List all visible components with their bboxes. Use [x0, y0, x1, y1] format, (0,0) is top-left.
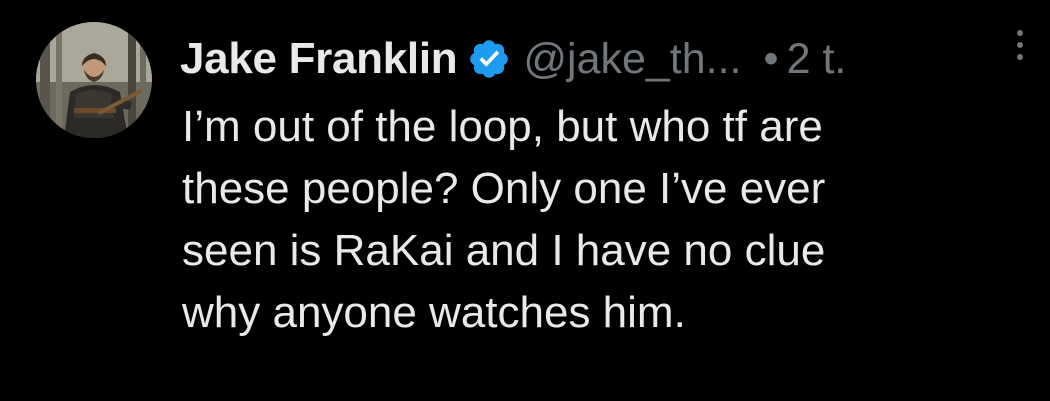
tweet-text-line: why anyone watches him. — [182, 288, 686, 337]
timestamp[interactable]: 2 t. — [787, 35, 847, 84]
avatar[interactable] — [36, 22, 152, 138]
ellipsis-vertical-icon[interactable] — [1008, 24, 1032, 70]
separator-dot: • — [763, 34, 779, 83]
tweet-header: Jake Franklin @jake_th... • 2 t. — [180, 26, 846, 92]
verified-badge-icon[interactable] — [467, 37, 511, 81]
tweet[interactable]: Jake Franklin @jake_th... • 2 t. I’m out… — [0, 0, 1050, 401]
tweet-text: I’m out of the loop, but who tf are thes… — [182, 96, 1022, 344]
author-handle[interactable]: @jake_th... — [523, 35, 741, 84]
tweet-text-line: I’m out of the loop, but who tf are — [182, 102, 823, 151]
author-display-name[interactable]: Jake Franklin — [180, 34, 458, 84]
tweet-text-line: these people? Only one I’ve ever — [182, 164, 826, 213]
tweet-text-line: seen is RaKai and I have no clue — [182, 226, 826, 275]
